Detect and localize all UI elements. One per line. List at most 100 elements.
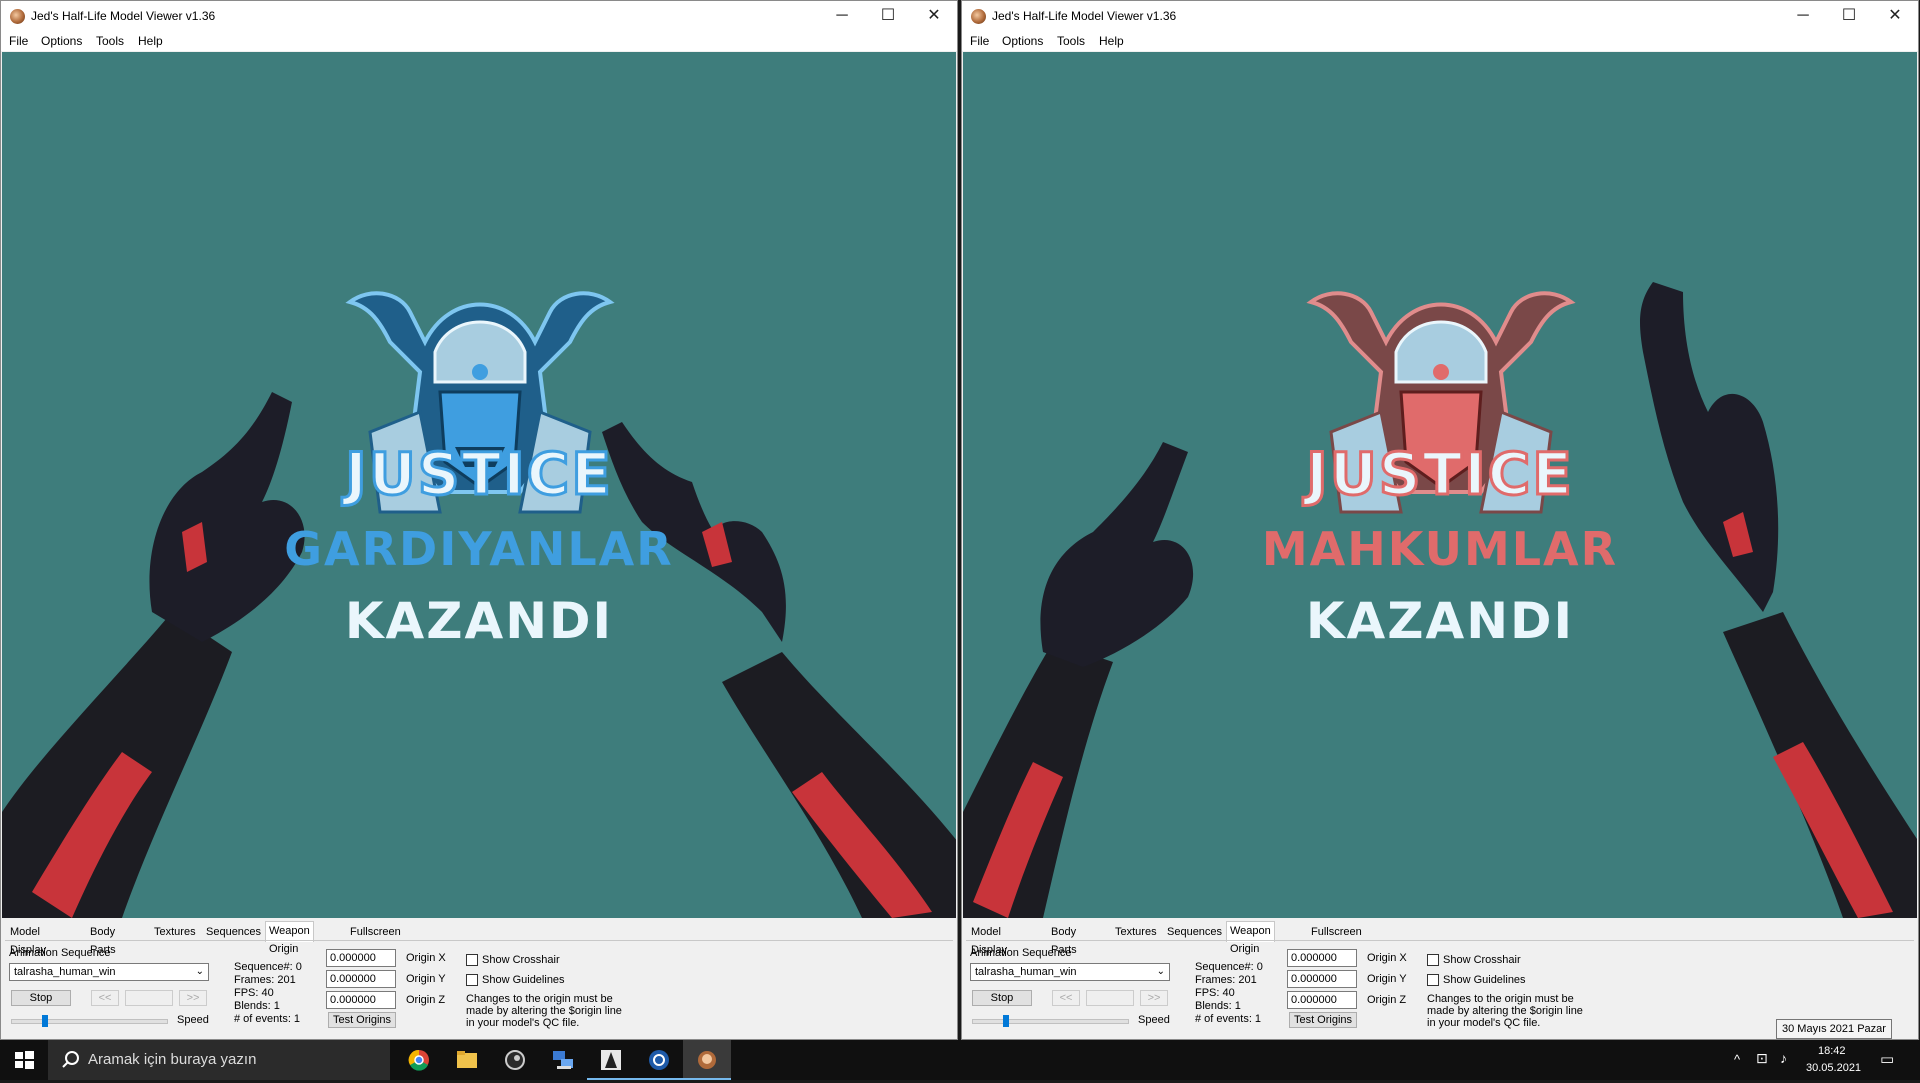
prev-frame-button[interactable]: << (91, 990, 119, 1006)
menu-tools[interactable]: Tools (1057, 34, 1085, 48)
window-title: Jed's Half-Life Model Viewer v1.36 (31, 9, 216, 23)
origin-note-line2: made by altering the $origin line (1427, 1005, 1583, 1017)
blends-value: Blends: 1 (1195, 1000, 1241, 1012)
show-crosshair-label: Show Crosshair (1443, 954, 1521, 966)
show-crosshair-checkbox[interactable] (466, 954, 478, 966)
menu-options[interactable]: Options (1002, 34, 1043, 48)
tab-fullscreen[interactable]: Fullscreen (1308, 923, 1365, 941)
minimize-button[interactable]: ─ (1780, 1, 1826, 31)
tab-textures[interactable]: Textures (1112, 923, 1160, 941)
speed-label: Speed (1138, 1014, 1170, 1026)
file-explorer-icon[interactable] (443, 1040, 491, 1080)
sequence-number: Sequence#: 0 (1195, 961, 1263, 973)
tab-sequences[interactable]: Sequences (1164, 923, 1225, 941)
speed-slider[interactable] (11, 1015, 168, 1027)
menu-help[interactable]: Help (1099, 34, 1124, 48)
close-button[interactable]: ✕ (1872, 1, 1918, 31)
test-origins-button[interactable]: Test Origins (328, 1012, 396, 1028)
menu-options[interactable]: Options (41, 34, 82, 48)
tab-divider (5, 940, 953, 941)
network-icon[interactable]: ⊡ (1756, 1050, 1768, 1067)
menu-file[interactable]: File (9, 34, 28, 48)
frame-field[interactable] (1086, 990, 1134, 1006)
frames-count: Frames: 201 (234, 974, 296, 986)
next-frame-button[interactable]: >> (1140, 990, 1168, 1006)
show-guidelines-checkbox[interactable] (1427, 974, 1439, 986)
notification-icon[interactable]: ▭ (1880, 1050, 1894, 1068)
start-button[interactable] (0, 1040, 48, 1080)
show-crosshair-checkbox[interactable] (1427, 954, 1439, 966)
3d-viewport[interactable]: JUSTICE GARDIYANLAR KAZANDI (2, 52, 956, 918)
speed-slider[interactable] (972, 1015, 1129, 1027)
control-panel: Model Display Body Parts Textures Sequen… (1, 919, 957, 1039)
model-viewer-icon[interactable] (683, 1040, 731, 1080)
search-icon (62, 1051, 79, 1068)
logo-status: KAZANDI (1305, 592, 1575, 650)
taskbar-search-box[interactable]: Aramak için buraya yazın (48, 1040, 390, 1080)
animation-sequence-dropdown[interactable]: talrasha_human_win ⌄ (970, 963, 1170, 981)
show-guidelines-label: Show Guidelines (1443, 974, 1526, 986)
tab-model-display[interactable]: Model Display (968, 923, 1010, 956)
origin-z-input[interactable]: 0.000000 (1287, 991, 1357, 1009)
title-bar[interactable]: Jed's Half-Life Model Viewer v1.36 ─ ☐ ✕ (962, 1, 1918, 31)
network-tool-icon[interactable] (539, 1040, 587, 1080)
origin-z-label: Origin Z (406, 994, 446, 1006)
title-bar[interactable]: Jed's Half-Life Model Viewer v1.36 ─ ☐ ✕ (1, 1, 957, 31)
clock-date[interactable]: 30.05.2021 (1806, 1062, 1861, 1074)
logo-subtitle: GARDIYANLAR (284, 522, 674, 576)
prev-frame-button[interactable]: << (1052, 990, 1080, 1006)
menu-tools[interactable]: Tools (96, 34, 124, 48)
animation-sequence-label: Animation Sequence (970, 947, 1072, 959)
test-origins-button[interactable]: Test Origins (1289, 1012, 1357, 1028)
events-count: # of events: 1 (1195, 1013, 1262, 1025)
origin-note-line2: made by altering the $origin line (466, 1005, 622, 1017)
origin-x-input[interactable]: 0.000000 (1287, 949, 1357, 967)
origin-y-label: Origin Y (406, 973, 446, 985)
clock-time[interactable]: 18:42 (1818, 1045, 1846, 1057)
menu-help[interactable]: Help (138, 34, 163, 48)
model-viewer-app-icon (971, 9, 986, 24)
sequence-number: Sequence#: 0 (234, 961, 302, 973)
show-guidelines-checkbox[interactable] (466, 974, 478, 986)
tab-body-parts[interactable]: Body Parts (87, 923, 119, 956)
origin-note-line3: in your model's QC file. (466, 1017, 580, 1029)
tab-textures[interactable]: Textures (151, 923, 199, 941)
3d-viewport[interactable]: JUSTICE MAHKUMLAR KAZANDI (963, 52, 1917, 918)
frames-count: Frames: 201 (1195, 974, 1257, 986)
fps-value: FPS: 40 (234, 987, 274, 999)
tab-fullscreen[interactable]: Fullscreen (347, 923, 404, 941)
next-frame-button[interactable]: >> (179, 990, 207, 1006)
logo-title: JUSTICE (344, 439, 613, 510)
model-viewer-window-left: Jed's Half-Life Model Viewer v1.36 ─ ☐ ✕… (0, 0, 958, 1040)
volume-icon[interactable]: ♪ (1780, 1050, 1787, 1066)
origin-x-label: Origin X (1367, 952, 1407, 964)
events-count: # of events: 1 (234, 1013, 301, 1025)
stop-button[interactable]: Stop (972, 990, 1032, 1006)
stop-button[interactable]: Stop (11, 990, 71, 1006)
tab-sequences[interactable]: Sequences (203, 923, 264, 941)
maximize-button[interactable]: ☐ (1826, 1, 1872, 31)
minimize-button[interactable]: ─ (819, 1, 865, 31)
tab-weapon-origin[interactable]: Weapon Origin (1226, 921, 1275, 955)
tab-model-display[interactable]: Model Display (7, 923, 49, 956)
origin-y-input[interactable]: 0.000000 (326, 970, 396, 988)
chevron-up-icon[interactable]: ^ (1734, 1052, 1740, 1067)
tab-body-parts[interactable]: Body Parts (1048, 923, 1080, 956)
animation-sequence-dropdown[interactable]: talrasha_human_win ⌄ (9, 963, 209, 981)
close-button[interactable]: ✕ (911, 1, 957, 31)
left-arm-model (963, 442, 1194, 918)
tab-weapon-origin[interactable]: Weapon Origin (265, 921, 314, 955)
menu-file[interactable]: File (970, 34, 989, 48)
origin-y-input[interactable]: 0.000000 (1287, 970, 1357, 988)
steam-icon[interactable] (491, 1040, 539, 1080)
search-placeholder: Aramak için buraya yazın (88, 1051, 257, 1068)
origin-z-input[interactable]: 0.000000 (326, 991, 396, 1009)
slider-thumb[interactable] (1003, 1015, 1009, 1027)
chrome-icon[interactable] (395, 1040, 443, 1080)
teamspeak-icon[interactable] (635, 1040, 683, 1080)
slider-thumb[interactable] (42, 1015, 48, 1027)
maximize-button[interactable]: ☐ (865, 1, 911, 31)
counter-strike-icon[interactable] (587, 1040, 635, 1080)
frame-field[interactable] (125, 990, 173, 1006)
origin-x-input[interactable]: 0.000000 (326, 949, 396, 967)
